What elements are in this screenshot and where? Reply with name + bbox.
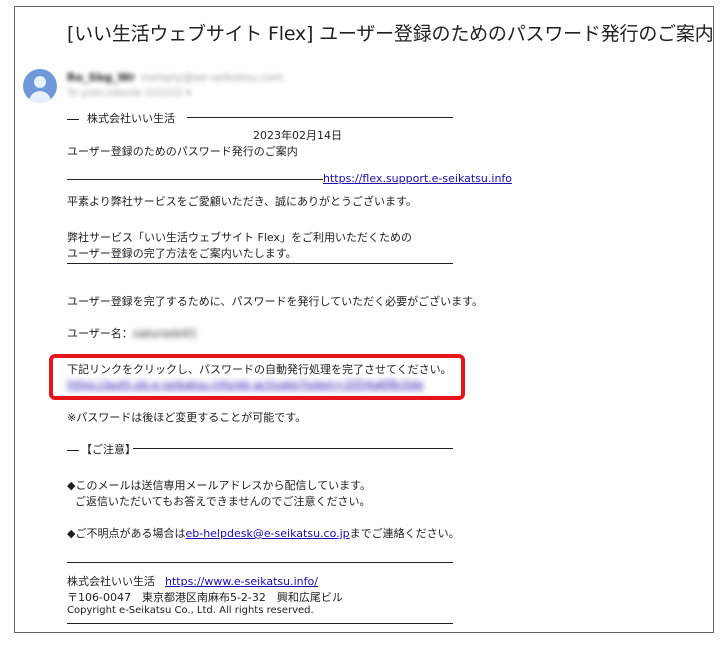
highlight-box [49, 354, 465, 400]
email-view: [いい生活ウェブサイト Flex] ユーザー登録のためのパスワード発行のご案内 … [14, 6, 714, 633]
intro-text-1: 弊社サービス「いい生活ウェブサイト Flex」をご利用いただくための [67, 231, 412, 244]
support-link[interactable]: https://flex.support.e-seikatsu.info [323, 172, 512, 185]
intro-text-2: ユーザー登録の完了方法をご案内いたします。 [67, 247, 297, 260]
sender-email: noreply@ee-seikatsu.com [141, 71, 284, 84]
notice-2-suffix: までご連絡ください。 [349, 527, 460, 540]
sender-name[interactable]: Ro_Sbg_Wr [67, 71, 135, 84]
avatar[interactable] [23, 69, 57, 103]
username-label: ユーザー名： [67, 327, 133, 340]
need-password-text: ユーザー登録を完了するために、パスワードを発行していただく必要がございます。 [67, 295, 484, 308]
divider [187, 117, 453, 118]
notice-2-prefix: ◆ご不明点がある場合は [67, 527, 186, 540]
notice-1b: ご返信いただいてもお答えできませんのでご注意ください。 [75, 495, 371, 508]
notice-header: 【ご注意】 [81, 443, 136, 456]
divider [67, 449, 79, 451]
username-row: ユーザー名：sakurado01 [67, 325, 197, 341]
recipient-line[interactable]: To yoko.takeda 222222 ▾ [67, 88, 191, 99]
footer-company-row: 株式会社いい生活 https://www.e-seikatsu.info/ [67, 573, 318, 589]
footer-company: 株式会社いい生活 [67, 575, 155, 588]
company-header-row: 株式会社いい生活 [67, 110, 175, 126]
divider [67, 263, 453, 264]
divider [67, 562, 453, 563]
greeting-text: 平素より弊社サービスをご愛顧いただき、誠にありがとうございます。 [67, 195, 417, 208]
sender-line: Ro_Sbg_Wr noreply@ee-seikatsu.com [67, 71, 283, 84]
company-header: 株式会社いい生活 [87, 112, 175, 125]
divider [67, 118, 79, 120]
email-subject: [いい生活ウェブサイト Flex] ユーザー登録のためのパスワード発行のご案内 [67, 23, 714, 45]
helpdesk-email-link[interactable]: eb-helpdesk@e-seikatsu.co.jp [185, 527, 349, 540]
divider [67, 623, 453, 624]
notice-header-row: 【ご注意】 [67, 441, 136, 457]
avatar-person-icon [34, 76, 46, 88]
notice-1a: ◆このメールは送信専用メールアドレスから配信しています。 [67, 479, 372, 492]
divider [133, 448, 453, 449]
username-value: sakurado01 [132, 327, 198, 340]
footer-copyright: Copyright e-Seikatsu Co., Ltd. All right… [67, 605, 314, 616]
email-title: ユーザー登録のためのパスワード発行のご案内 [67, 145, 298, 158]
password-note: ※パスワードは後ほど変更することが可能です。 [67, 411, 307, 424]
email-date: 2023年02月14日 [253, 129, 342, 142]
divider [67, 179, 323, 180]
notice-2: ◆ご不明点がある場合はeb-helpdesk@e-seikatsu.co.jpま… [67, 525, 460, 541]
footer-url-link[interactable]: https://www.e-seikatsu.info/ [165, 575, 318, 588]
footer-address: 〒106-0047 東京都港区南麻布5-2-32 興和広尾ビル [67, 591, 343, 604]
